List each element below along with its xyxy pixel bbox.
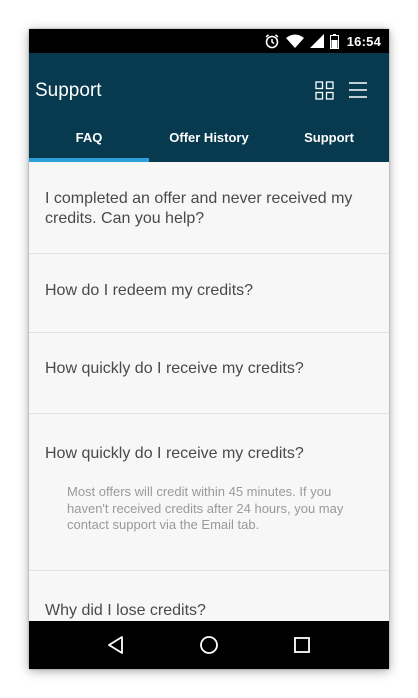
phone-screen: 16:54 Support FAQ Offer History Support …: [29, 29, 389, 669]
page-title: Support: [35, 80, 102, 101]
tab-faq[interactable]: FAQ: [29, 124, 149, 162]
faq-item[interactable]: How quickly do I receive my credits?: [29, 333, 389, 414]
tab-bar: FAQ Offer History Support: [29, 124, 389, 162]
menu-icon[interactable]: [347, 79, 369, 101]
faq-answer: Most offers will credit within 45 minute…: [67, 484, 344, 532]
home-icon[interactable]: [189, 625, 229, 665]
faq-question: I completed an offer and never received …: [45, 190, 353, 227]
tab-support[interactable]: Support: [269, 124, 389, 162]
back-icon[interactable]: [96, 625, 136, 665]
faq-question: How quickly do I receive my credits?: [45, 445, 304, 462]
faq-item[interactable]: How do I redeem my credits?: [29, 254, 389, 333]
recents-icon[interactable]: [282, 625, 322, 665]
status-bar: 16:54: [29, 29, 389, 53]
alarm-icon: [264, 33, 280, 49]
faq-question: Why did I lose credits?: [45, 602, 206, 619]
faq-question: How quickly do I receive my credits?: [45, 360, 304, 377]
faq-list: I completed an offer and never received …: [29, 162, 389, 631]
battery-icon: [329, 33, 339, 49]
tab-offer-history[interactable]: Offer History: [149, 124, 269, 162]
grid-icon[interactable]: [313, 79, 335, 101]
signal-icon: [309, 34, 324, 48]
faq-item-expanded[interactable]: How quickly do I receive my credits? Mos…: [29, 414, 389, 571]
navigation-bar: [29, 621, 389, 669]
app-bar: Support FAQ Offer History Support: [29, 53, 389, 162]
faq-question: How do I redeem my credits?: [45, 282, 254, 299]
wifi-icon: [285, 34, 304, 48]
faq-item[interactable]: I completed an offer and never received …: [29, 162, 389, 254]
clock-time: 16:54: [346, 33, 381, 49]
